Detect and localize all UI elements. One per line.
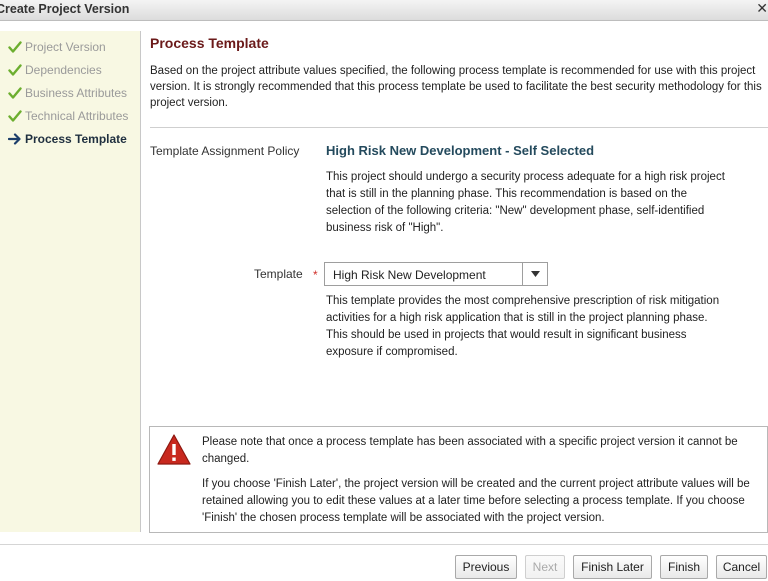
step-dependencies[interactable]: Dependencies bbox=[8, 61, 102, 79]
footer-divider bbox=[0, 544, 768, 545]
step-label: Business Attributes bbox=[25, 86, 128, 100]
policy-value: High Risk New Development - Self Selecte… bbox=[326, 143, 595, 158]
step-project-version[interactable]: Project Version bbox=[8, 38, 106, 56]
page-title: Process Template bbox=[150, 35, 269, 51]
required-marker: * bbox=[313, 268, 318, 282]
previous-button[interactable]: Previous bbox=[455, 555, 517, 579]
cancel-button[interactable]: Cancel bbox=[716, 555, 767, 579]
window-title: Create Project Version bbox=[0, 2, 130, 16]
step-technical-attributes[interactable]: Technical Attributes bbox=[8, 107, 128, 125]
notice-text-2: If you choose 'Finish Later', the projec… bbox=[202, 478, 750, 524]
step-process-template[interactable]: Process Template bbox=[8, 130, 127, 148]
check-icon bbox=[8, 40, 25, 54]
template-description: This template provides the most comprehe… bbox=[326, 295, 720, 358]
step-business-attributes[interactable]: Business Attributes bbox=[8, 84, 127, 102]
policy-label: Template Assignment Policy bbox=[150, 144, 300, 158]
warning-icon bbox=[156, 433, 192, 470]
step-label: Process Template bbox=[25, 132, 127, 146]
finish-later-button[interactable]: Finish Later bbox=[573, 555, 652, 579]
wizard-steps-sidebar: Project Version Dependencies Business At… bbox=[0, 31, 141, 532]
next-button[interactable]: Next bbox=[525, 555, 565, 579]
step-label: Technical Attributes bbox=[25, 109, 129, 123]
arrow-right-icon bbox=[8, 133, 25, 145]
chevron-down-icon[interactable] bbox=[522, 263, 547, 285]
policy-description: This project should undergo a security p… bbox=[326, 171, 725, 234]
step-label: Project Version bbox=[25, 40, 106, 54]
step-label: Dependencies bbox=[25, 63, 102, 77]
check-icon bbox=[8, 86, 25, 100]
title-bar: Create Project Version ✕ bbox=[0, 0, 768, 21]
close-icon[interactable]: ✕ bbox=[756, 0, 768, 17]
template-select-value: High Risk New Development bbox=[333, 268, 486, 282]
intro-text: Based on the project attribute values sp… bbox=[150, 65, 762, 109]
divider bbox=[150, 127, 768, 128]
finish-button[interactable]: Finish bbox=[660, 555, 708, 579]
check-icon bbox=[8, 109, 25, 123]
notice-text-1: Please note that once a process template… bbox=[202, 436, 738, 465]
template-select[interactable]: High Risk New Development bbox=[324, 262, 548, 286]
check-icon bbox=[8, 63, 25, 77]
warning-notice: Please note that once a process template… bbox=[149, 426, 768, 533]
template-label: Template bbox=[254, 267, 303, 281]
